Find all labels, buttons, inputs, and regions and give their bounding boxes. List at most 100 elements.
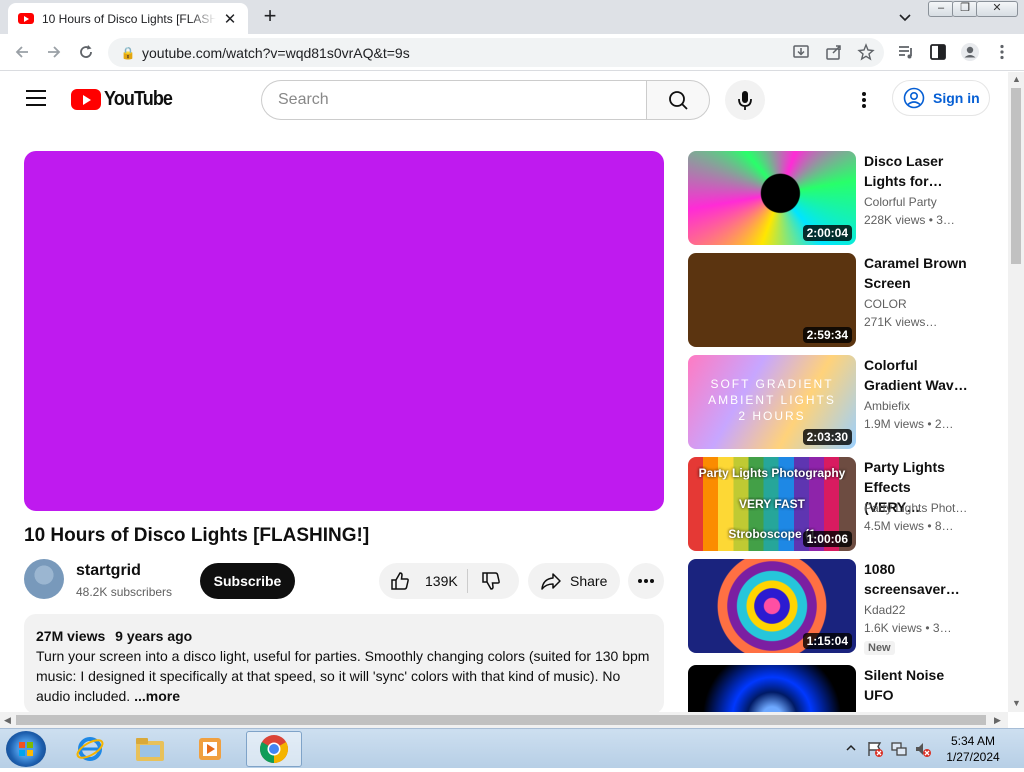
more-actions-button[interactable] — [628, 563, 664, 599]
forward-arrow-icon[interactable] — [44, 42, 64, 62]
side-panel-icon[interactable] — [928, 42, 948, 62]
address-bar[interactable]: 🔒 youtube.com/watch?v=wqd81s0vrAQ&t=9s — [108, 38, 884, 67]
vertical-scrollbar[interactable]: ▲ ▼ — [1008, 72, 1024, 712]
video-thumbnail[interactable]: Party Lights Photography VERY FAST Strobos… — [688, 457, 856, 551]
related-channel-name[interactable]: Colorful Party — [864, 195, 968, 209]
search-input[interactable]: Search — [261, 80, 647, 120]
related-video-title[interactable]: Caramel Brown Screen — [864, 253, 968, 293]
related-video-item[interactable]: 2:59:34 Caramel Brown Screen COLOR 271K vie… — [688, 253, 988, 347]
network-icon[interactable] — [890, 740, 908, 758]
channel-name[interactable]: startgrid — [76, 562, 141, 580]
share-page-icon[interactable] — [824, 42, 844, 62]
video-thumbnail[interactable]: SOFT GRADIENT AMBIENT LIGHTS 2 HOURS 2:03:3… — [688, 355, 856, 449]
share-arrow-icon — [541, 573, 561, 590]
related-video-title[interactable]: Colorful Gradient Wav… — [864, 355, 968, 395]
media-player-taskbar-button[interactable] — [184, 731, 236, 767]
related-channel-name[interactable]: Party Lights Phot… — [864, 501, 968, 515]
dislike-button[interactable] — [468, 563, 519, 599]
scroll-right-arrow-icon[interactable]: ▶ — [994, 715, 1001, 726]
start-button[interactable] — [6, 731, 46, 767]
horizontal-scrollbar[interactable]: ◀ ▶ — [0, 712, 1008, 728]
windows-taskbar: 5:34 AM 1/27/2024 — [0, 728, 1024, 768]
restore-button[interactable]: ❐ — [952, 1, 978, 17]
thumbs-up-icon — [391, 572, 409, 590]
video-thumbnail[interactable]: 2:00:04 — [688, 151, 856, 245]
related-video-item[interactable]: Party Lights Photography VERY FAST Strobos… — [688, 457, 988, 551]
scroll-down-arrow-icon[interactable]: ▼ — [1012, 698, 1021, 708]
media-player-icon — [199, 738, 221, 760]
share-button[interactable]: Share — [528, 563, 620, 599]
video-thumbnail[interactable]: 2:59:34 — [688, 253, 856, 347]
video-thumbnail[interactable]: 1:15:04 — [688, 559, 856, 653]
action-center-flag-icon[interactable] — [866, 740, 884, 758]
folder-icon — [136, 738, 164, 761]
related-video-item[interactable]: 2:00:04 Disco Laser Lights for… Colorful P… — [688, 151, 988, 245]
related-video-title[interactable]: Disco Laser Lights for… — [864, 151, 968, 191]
duration-badge: 2:00:04 — [802, 225, 852, 241]
upload-age: 9 years ago — [115, 628, 193, 644]
file-explorer-taskbar-button[interactable] — [124, 731, 176, 767]
internet-explorer-taskbar-button[interactable] — [64, 731, 116, 767]
search-button[interactable] — [646, 80, 710, 120]
reload-icon[interactable] — [76, 42, 96, 62]
related-channel-name[interactable]: Ambiefix — [864, 399, 968, 413]
sign-in-button[interactable]: Sign in — [892, 80, 990, 116]
tab-title: 10 Hours of Disco Lights [FLASHING!] — [42, 11, 216, 26]
youtube-play-logo-icon — [71, 89, 101, 110]
system-clock[interactable]: 5:34 AM 1/27/2024 — [940, 733, 1006, 765]
youtube-logo[interactable]: YouTube — [71, 88, 180, 111]
vertical-scroll-thumb[interactable] — [1011, 88, 1021, 264]
related-video-meta: 1.9M views • 2… — [864, 417, 954, 431]
voice-search-button[interactable] — [725, 80, 765, 120]
view-count: 27M views — [36, 628, 106, 644]
related-channel-name[interactable]: Kdad22 — [864, 603, 968, 617]
new-badge: New — [864, 641, 895, 655]
chrome-taskbar-button[interactable] — [246, 731, 302, 767]
close-window-button[interactable]: ✕ — [976, 1, 1018, 17]
show-hidden-icons-icon[interactable] — [846, 743, 856, 753]
thumbnail-text: VERY FAST — [738, 497, 806, 511]
browser-menu-icon[interactable] — [992, 42, 1012, 62]
like-dislike-group: 139K — [379, 563, 519, 599]
share-label: Share — [570, 573, 608, 589]
new-tab-button[interactable]: + — [258, 4, 282, 28]
related-video-meta: 228K views • 3… — [864, 213, 955, 227]
volume-muted-icon[interactable] — [914, 740, 932, 758]
back-arrow-icon[interactable] — [12, 42, 32, 62]
install-app-icon[interactable] — [791, 42, 811, 62]
video-title: 10 Hours of Disco Lights [FLASHING!] — [24, 525, 370, 546]
profile-avatar-icon[interactable] — [960, 42, 980, 62]
close-tab-icon[interactable]: ✕ — [222, 10, 238, 28]
microphone-icon — [738, 91, 752, 110]
duration-badge: 1:15:04 — [802, 633, 852, 649]
video-meta: 27M views 9 years ago — [36, 626, 652, 646]
like-count: 139K — [425, 573, 458, 589]
channel-avatar[interactable] — [24, 559, 64, 599]
subscribe-button[interactable]: Subscribe — [200, 563, 295, 599]
thumbnail-text: 2 HOURS — [738, 409, 806, 423]
like-button[interactable]: 139K — [379, 563, 467, 599]
bookmark-star-icon[interactable] — [856, 42, 876, 62]
related-video-item[interactable]: Silent Noise UFO — [688, 665, 988, 759]
related-video-meta: 1.6K views • 3… — [864, 621, 952, 635]
thumbnail-text: SOFT GRADIENT — [710, 377, 834, 391]
minimize-button[interactable]: – — [928, 1, 954, 17]
url-text: youtube.com/watch?v=wqd81s0vrAQ&t=9s — [142, 44, 410, 61]
browser-tab[interactable]: 10 Hours of Disco Lights [FLASHING!] ✕ — [8, 3, 248, 34]
show-more-link[interactable]: ...more — [134, 688, 180, 704]
lock-icon[interactable]: 🔒 — [114, 46, 142, 60]
related-channel-name[interactable]: COLOR — [864, 297, 968, 311]
related-video-item[interactable]: 1:15:04 1080 screensaver… Kdad22 1.6K views… — [688, 559, 988, 655]
horizontal-scroll-thumb[interactable] — [16, 715, 986, 725]
tab-search-chevron-icon[interactable] — [895, 7, 915, 27]
video-player[interactable] — [24, 151, 664, 511]
related-video-title[interactable]: Silent Noise UFO — [864, 665, 968, 705]
scroll-up-arrow-icon[interactable]: ▲ — [1012, 74, 1021, 84]
description-box[interactable]: 27M views 9 years ago Turn your screen i… — [24, 614, 664, 714]
scroll-left-arrow-icon[interactable]: ◀ — [4, 715, 11, 726]
related-video-title[interactable]: 1080 screensaver… — [864, 559, 968, 599]
hamburger-menu-icon[interactable] — [26, 90, 46, 106]
more-options-icon[interactable] — [852, 90, 876, 110]
related-video-item[interactable]: SOFT GRADIENT AMBIENT LIGHTS 2 HOURS 2:03:3… — [688, 355, 988, 449]
media-queue-icon[interactable] — [896, 42, 916, 62]
